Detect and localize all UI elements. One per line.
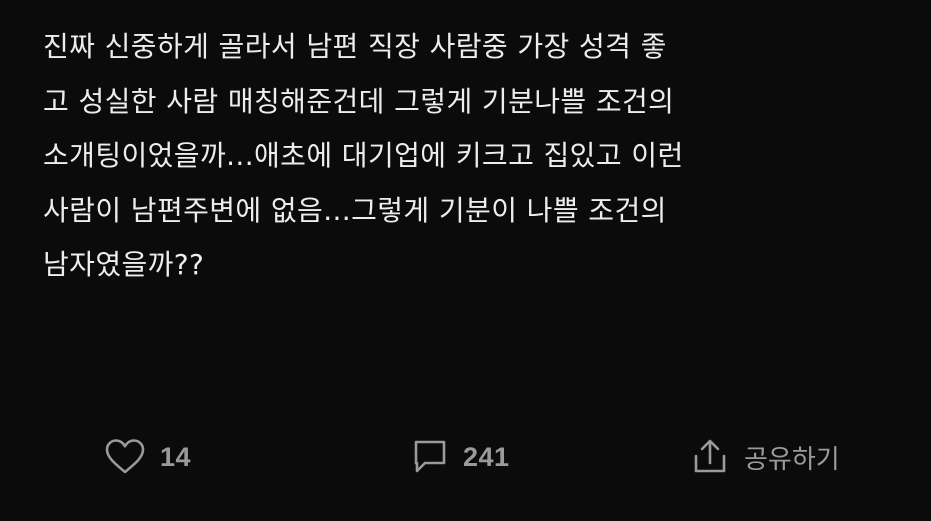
post-text-line: 사람이 남편주변에 없음...그렇게 기분이 나쁠 조건의 [43, 193, 667, 227]
like-count: 14 [160, 441, 192, 472]
post-text-line: 진짜 신중하게 골라서 남편 직장 사람중 가장 성격 좋 [43, 30, 667, 63]
post-action-bar: 14 241 공유하기 [0, 433, 931, 481]
share-icon [692, 438, 728, 476]
share-label: 공유하기 [744, 444, 840, 475]
like-button[interactable]: 14 [104, 433, 191, 481]
post-text-line: 소개팅이었을까...애초에 대기업에 키크고 집있고 이런 [43, 139, 684, 172]
comment-count: 241 [463, 441, 510, 472]
share-button[interactable]: 공유하기 [692, 433, 840, 481]
comment-button[interactable]: 241 [411, 433, 510, 481]
heart-icon [104, 437, 146, 477]
comment-icon [411, 438, 449, 476]
post-text-line: 남자였을까?? [43, 248, 205, 281]
post-body: 진짜 신중하게 골라서 남편 직장 사람중 가장 성격 좋 고 성실한 사람 매… [43, 20, 903, 293]
post-text-line: 고 성실한 사람 매칭해준건데 그렇게 기분나쁠 조건의 [43, 84, 675, 118]
